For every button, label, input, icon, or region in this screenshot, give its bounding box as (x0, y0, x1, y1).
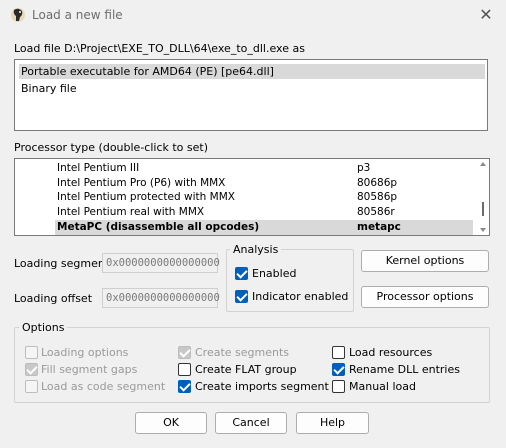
file-type-item-pe64[interactable]: Portable executable for AMD64 (PE) [pe64… (19, 64, 485, 79)
analysis-group-title: Analysis (230, 243, 282, 256)
create-segments-checkbox[interactable] (178, 346, 191, 359)
loading-segment-label: Loading segment (14, 257, 110, 270)
processor-code: 80686p (357, 177, 398, 189)
processor-row[interactable]: Intel Pentium Pro (P6) with MMX 80686p (55, 176, 473, 191)
processor-name: Intel Pentium Pro (P6) with MMX (57, 177, 226, 189)
processor-code: p3 (357, 162, 371, 174)
file-type-item-binary[interactable]: Binary file (19, 81, 485, 96)
indicator-enabled-checkbox[interactable] (235, 290, 248, 303)
processor-row[interactable]: Intel Pentium real with MMX 80586r (55, 205, 473, 220)
kernel-options-button[interactable]: Kernel options (361, 250, 489, 272)
processor-row-selected[interactable]: MetaPC (disassemble all opcodes) metapc (55, 220, 473, 235)
options-group-title: Options (19, 321, 68, 334)
load-as-code-segment-label: Load as code segment (41, 380, 166, 393)
processor-code: 80586r (357, 206, 395, 218)
load-file-label: Load file D:\Project\EXE_TO_DLL\64\exe_t… (14, 42, 305, 55)
processor-name: Intel Pentium real with MMX (57, 206, 205, 218)
create-flat-group-checkbox[interactable] (178, 363, 191, 376)
processor-list[interactable]: Intel Pentium III p3 Intel Pentium Pro (… (14, 158, 490, 236)
loading-options-checkbox[interactable] (25, 346, 38, 359)
close-icon[interactable]: ✕ (476, 5, 496, 25)
analysis-enabled-checkbox[interactable] (235, 267, 248, 280)
load-as-code-segment-checkbox[interactable] (25, 380, 38, 393)
manual-load-label[interactable]: Manual load (349, 380, 416, 393)
processor-options-button[interactable]: Processor options (361, 286, 489, 308)
title-bar: Load a new file ✕ (0, 0, 506, 30)
create-flat-group-label[interactable]: Create FLAT group (195, 363, 297, 376)
create-segments-label: Create segments (195, 346, 290, 359)
load-resources-label[interactable]: Load resources (349, 346, 432, 359)
processor-list-scrollbar[interactable] (477, 160, 489, 234)
loading-options-label: Loading options (41, 346, 129, 359)
load-resources-checkbox[interactable] (332, 346, 345, 359)
ok-button[interactable]: OK (135, 412, 207, 434)
loading-segment-field[interactable]: 0x0000000000000000 (102, 253, 220, 273)
processor-name: Intel Pentium protected with MMX (57, 191, 235, 203)
rename-dll-entries-label[interactable]: Rename DLL entries (349, 363, 460, 376)
create-imports-segment-label[interactable]: Create imports segment (195, 380, 329, 393)
analysis-enabled-label[interactable]: Enabled (252, 267, 296, 280)
loading-offset-field[interactable]: 0x0000000000000000 (102, 288, 220, 308)
fill-segment-gaps-label: Fill segment gaps (41, 363, 138, 376)
scroll-up-icon[interactable] (480, 162, 486, 166)
scroll-thumb[interactable] (482, 202, 484, 216)
processor-code: metapc (357, 221, 401, 233)
fill-segment-gaps-checkbox[interactable] (25, 363, 38, 376)
help-button[interactable]: Help (296, 412, 369, 434)
scroll-down-icon[interactable] (480, 228, 486, 232)
processor-type-label: Processor type (double-click to set) (14, 141, 209, 154)
manual-load-checkbox[interactable] (332, 380, 345, 393)
processor-row[interactable]: Intel Pentium protected with MMX 80586p (55, 190, 473, 205)
loading-offset-label: Loading offset (14, 292, 93, 305)
processor-row[interactable]: Intel Pentium III p3 (55, 161, 473, 176)
create-imports-segment-checkbox[interactable] (178, 380, 191, 393)
processor-name: MetaPC (disassemble all opcodes) (57, 221, 260, 233)
app-icon (10, 7, 26, 23)
cancel-button[interactable]: Cancel (215, 412, 287, 434)
rename-dll-entries-checkbox[interactable] (332, 363, 345, 376)
file-type-list[interactable]: Portable executable for AMD64 (PE) [pe64… (14, 59, 488, 131)
indicator-enabled-label[interactable]: Indicator enabled (252, 290, 348, 303)
window-title: Load a new file (32, 8, 123, 22)
processor-code: 80586p (357, 191, 398, 203)
processor-name: Intel Pentium III (57, 162, 140, 174)
